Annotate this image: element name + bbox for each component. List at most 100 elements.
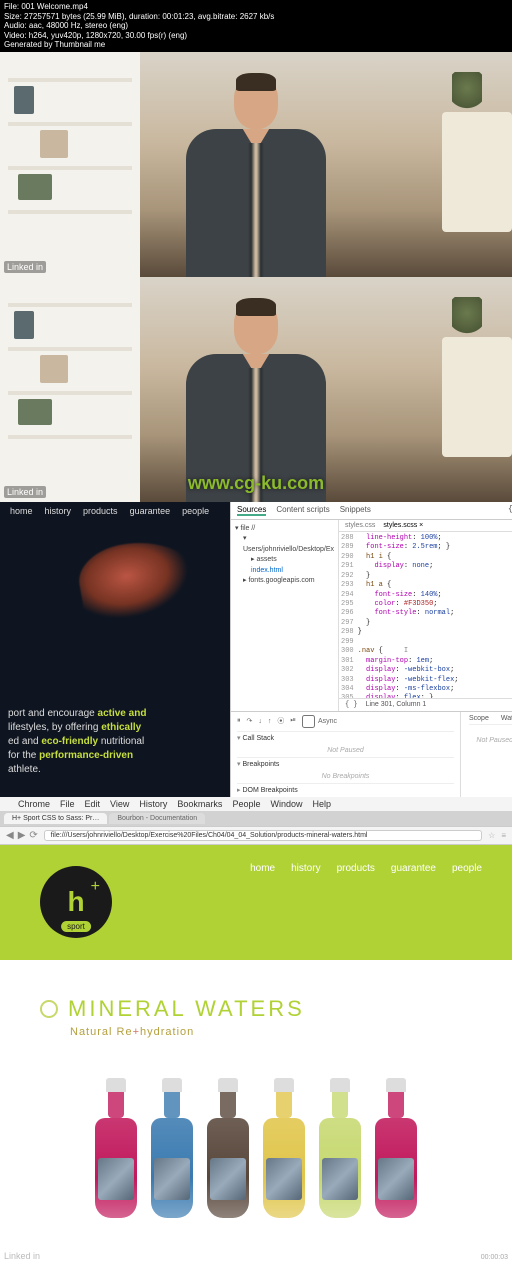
nav-guarantee[interactable]: guarantee [130, 506, 171, 516]
step-out-icon[interactable]: ↑ [268, 718, 272, 725]
browser-toolbar: ◀ ▶ ⟳ file:///Users/johnriviello/Desktop… [0, 826, 512, 845]
tab-content-scripts[interactable]: Content scripts [276, 505, 329, 516]
no-breakpoints: No Breakpoints [237, 773, 454, 780]
browser-tab-active[interactable]: H+ Sport CSS to Sass: Pr… [4, 813, 107, 824]
logo-plus: + [91, 878, 100, 896]
forward-icon[interactable]: ▶ [18, 830, 26, 841]
product-bottle [92, 1078, 140, 1228]
brand-nav-guarantee[interactable]: guarantee [391, 863, 436, 874]
browser-frame: Chrome File Edit View History Bookmarks … [0, 797, 512, 1265]
menu-history[interactable]: History [139, 799, 167, 809]
url-field[interactable]: file:///Users/johnriviello/Desktop/Exerc… [44, 830, 482, 841]
menu-window[interactable]: Window [270, 799, 302, 809]
meta-video: Video: h264, yuv420p, 1280x720, 30.00 fp… [4, 31, 508, 41]
meta-size: Size: 27257571 bytes (25.99 MiB), durati… [4, 12, 508, 22]
menu-people[interactable]: People [232, 799, 260, 809]
file-tree[interactable]: ▾ file // ▾ Users/johnriviello/Desktop/E… [231, 520, 339, 711]
product-bottle [372, 1078, 420, 1228]
heading-circle-icon [40, 1000, 58, 1018]
tab-watch[interactable]: Watch [501, 715, 512, 722]
brand-logo: h + sport [40, 866, 112, 938]
devtools-pane: Sources Content scripts Snippets { } ▾ f… [230, 502, 512, 797]
video-frame-1: Linked in [0, 52, 512, 277]
code-editor[interactable]: styles.css styles.scss × 288 289 290 291… [339, 520, 512, 711]
linkedin-watermark: Linked in [4, 486, 46, 498]
nav-home[interactable]: home [10, 506, 33, 516]
pretty-print-icon[interactable]: { } [508, 505, 512, 516]
acc-call-stack[interactable]: Call Stack [237, 731, 454, 744]
watermark-url: www.cg-ku.com [188, 473, 324, 494]
brand-nav: home history products guarantee people [250, 863, 482, 874]
menu-view[interactable]: View [110, 799, 129, 809]
video-metadata: File: 001 Welcome.mp4 Size: 27257571 byt… [0, 0, 512, 52]
menu-edit[interactable]: Edit [85, 799, 101, 809]
brand-nav-home[interactable]: home [250, 863, 275, 874]
site-nav: home history products guarantee people [0, 502, 230, 520]
subheading: Natural Re+hydration [0, 1026, 512, 1038]
code-tab-scss[interactable]: styles.scss × [383, 522, 423, 529]
product-bottle-row [0, 1078, 512, 1248]
hero-copy: port and encourage active and lifestyles… [8, 707, 222, 777]
linkedin-watermark: Linked in [4, 261, 46, 273]
tab-scope[interactable]: Scope [469, 715, 489, 722]
product-bottle [204, 1078, 252, 1228]
product-bottle [148, 1078, 196, 1228]
brand-nav-people[interactable]: people [452, 863, 482, 874]
back-icon[interactable]: ◀ [6, 830, 14, 841]
menu-chrome[interactable]: Chrome [18, 799, 50, 809]
meta-audio: Audio: aac, 48000 Hz, stereo (eng) [4, 21, 508, 31]
logo-sport: sport [61, 921, 91, 932]
rendered-page: h + sport home history products guarante… [0, 845, 512, 1265]
star-icon[interactable]: ☆ [488, 831, 495, 840]
heading-text: MINERAL WATERS [68, 996, 305, 1022]
browser-tab-2[interactable]: Bourbon - Documentation [109, 813, 205, 824]
async-checkbox[interactable] [302, 715, 315, 728]
resume-icon[interactable]: ⏸ [237, 717, 241, 725]
not-paused-1: Not Paused [237, 747, 454, 754]
product-bottle [316, 1078, 364, 1228]
menu-help[interactable]: Help [312, 799, 331, 809]
debugger-controls: ⏸ ↷ ↓ ↑ ⦿ ⏯ Async Call Stack Not Paused … [231, 712, 461, 797]
step-over-icon[interactable]: ↷ [247, 717, 253, 725]
acc-breakpoints[interactable]: Breakpoints [237, 757, 454, 770]
timestamp-overlay: 00:00:03 [481, 1254, 508, 1261]
reload-icon[interactable]: ⟳ [29, 830, 37, 841]
meta-file: File: 001 Welcome.mp4 [4, 2, 508, 12]
code-lines[interactable]: line-height: 100%; font-size: 2.5rem; } … [358, 534, 512, 696]
macos-menu-bar: Chrome File Edit View History Bookmarks … [0, 797, 512, 811]
rendered-website-pane: home history products guarantee people p… [0, 502, 230, 797]
hero-shoe-image [74, 532, 206, 632]
browser-tab-strip: H+ Sport CSS to Sass: Pr… Bourbon - Docu… [0, 811, 512, 826]
tree-root[interactable]: ▾ file // [235, 524, 334, 535]
tab-sources[interactable]: Sources [237, 505, 266, 516]
menu-bookmarks[interactable]: Bookmarks [177, 799, 222, 809]
line-gutter: 288 289 290 291 292 293 294 295 296 297 … [341, 534, 358, 696]
linkedin-watermark: Linked in [4, 1251, 40, 1261]
video-frame-2: Linked in www.cg-ku.com [0, 277, 512, 502]
nav-products[interactable]: products [83, 506, 118, 516]
tree-index[interactable]: index.html [235, 566, 334, 577]
devtools-source-tabs: Sources Content scripts Snippets { } [231, 502, 512, 520]
tree-assets[interactable]: ▸ assets [235, 555, 334, 566]
cursor-status: Line 301, Column 1 [366, 701, 427, 708]
brand-nav-products[interactable]: products [337, 863, 375, 874]
code-tab-css[interactable]: styles.css [345, 522, 375, 529]
pause-exc-icon[interactable]: ⏯ [290, 717, 296, 725]
devtools-frame: home history products guarantee people p… [0, 502, 512, 797]
menu-file[interactable]: File [60, 799, 75, 809]
nav-people[interactable]: people [182, 506, 209, 516]
scope-pane: Scope Watch Not Paused [461, 712, 512, 797]
step-into-icon[interactable]: ↓ [258, 718, 262, 725]
async-label: Async [318, 718, 337, 725]
brand-nav-history[interactable]: history [291, 863, 320, 874]
acc-dom-bp[interactable]: DOM Breakpoints [237, 783, 454, 796]
product-bottle [260, 1078, 308, 1228]
meta-generated: Generated by Thumbnail me [4, 40, 508, 50]
page-heading: MINERAL WATERS [0, 960, 512, 1026]
deactivate-bp-icon[interactable]: ⦿ [277, 716, 284, 726]
menu-icon[interactable]: ≡ [501, 831, 506, 840]
nav-history[interactable]: history [45, 506, 72, 516]
tab-snippets[interactable]: Snippets [340, 505, 371, 516]
tree-fonts[interactable]: ▸ fonts.googleapis.com [235, 576, 334, 587]
tree-desktop[interactable]: ▾ Users/johnriviello/Desktop/Ex [235, 534, 334, 555]
